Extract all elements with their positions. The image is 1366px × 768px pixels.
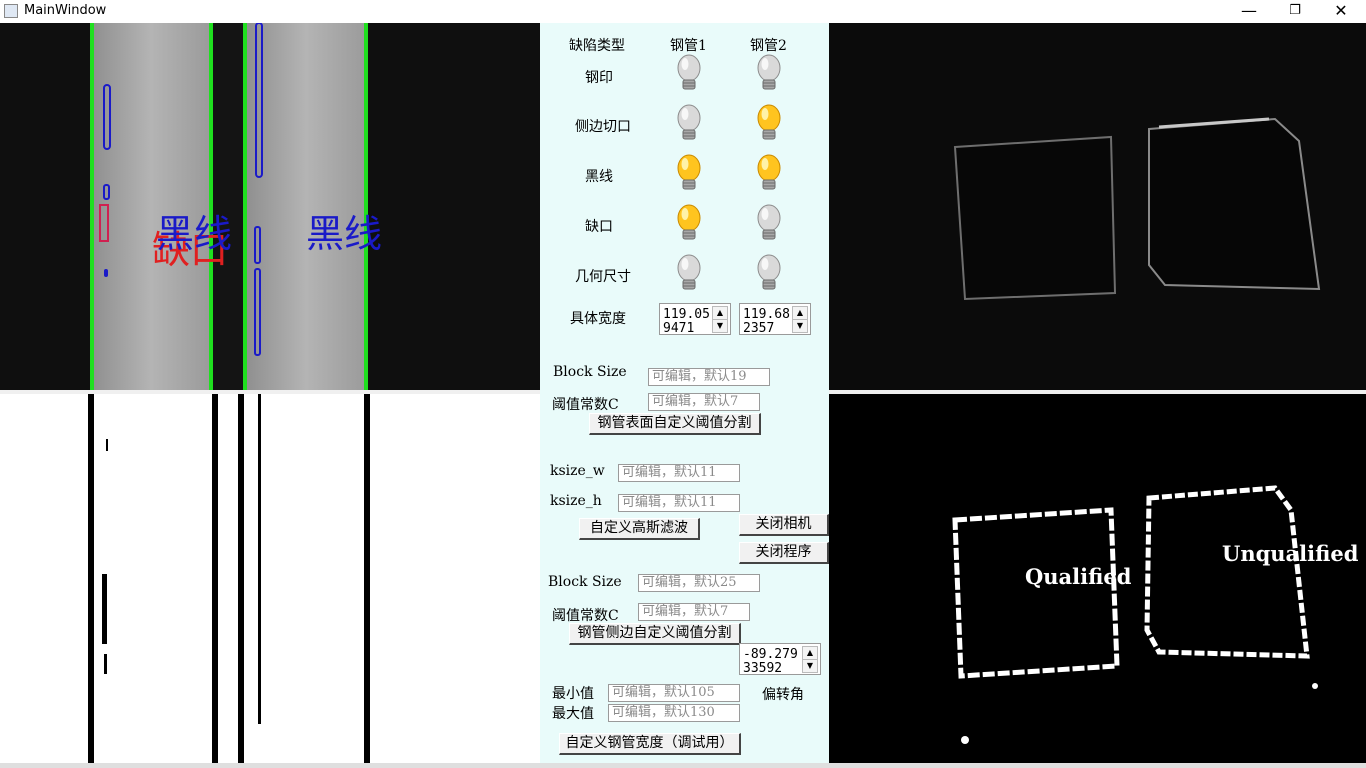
max-value-input[interactable]: 可编辑，默认130 <box>608 704 740 722</box>
min-value-input[interactable]: 可编辑，默认105 <box>608 684 740 702</box>
bulb-on-icon <box>674 153 704 193</box>
defect-label-notch: 缺口 <box>585 219 613 235</box>
bulb-on-icon <box>754 103 784 143</box>
side-threshold-view: Qualified Unqualified <box>829 394 1366 763</box>
window-title: MainWindow <box>24 3 107 18</box>
bulb-off-icon <box>754 53 784 93</box>
gaussian-filter-button[interactable]: 自定义高斯滤波 <box>579 518 700 540</box>
header-pipe2: 钢管2 <box>750 38 787 54</box>
rotation-value: -89.27933592 <box>743 647 798 675</box>
defect-label-side-cut: 侧边切口 <box>575 119 631 135</box>
spin-down-icon[interactable]: ▼ <box>792 319 808 333</box>
bulb-off-icon <box>674 103 704 143</box>
defect-label-blackline: 黑线 <box>585 169 613 185</box>
side-c-label: 阈值常数C <box>552 608 619 624</box>
custom-width-button[interactable]: 自定义钢管宽度（调试用） <box>559 733 741 755</box>
side-c-input[interactable]: 可编辑，默认7 <box>638 603 750 621</box>
bulb-off-icon <box>674 253 704 293</box>
surface-c-input[interactable]: 可编辑，默认7 <box>648 393 760 411</box>
header-defect-type: 缺陷类型 <box>569 38 625 54</box>
spin-down-icon[interactable]: ▼ <box>802 659 818 673</box>
spin-up-icon[interactable]: ▲ <box>802 646 818 660</box>
bulb-on-icon <box>674 203 704 243</box>
surface-block-size-label: Block Size <box>553 364 627 380</box>
qualified-label: Qualified <box>1025 564 1132 589</box>
surface-threshold-button[interactable]: 钢管表面自定义阈值分割 <box>589 413 761 435</box>
width-pipe2-value: 119.682357 <box>743 307 790 335</box>
rotation-spinbox[interactable]: -89.27933592 ▲ ▼ <box>739 643 821 675</box>
bulb-off-icon <box>674 53 704 93</box>
width-pipe2-spinbox[interactable]: 119.682357 ▲ ▼ <box>739 303 811 335</box>
surface-threshold-view <box>0 394 540 763</box>
surface-c-label: 阈值常数C <box>552 397 619 413</box>
surface-image <box>90 23 368 390</box>
header-pipe1: 钢管1 <box>670 38 707 54</box>
title-bar: MainWindow — ❐ ✕ <box>0 0 1366 23</box>
ksize-h-label: ksize_h <box>550 493 602 509</box>
app-icon <box>4 4 18 18</box>
spin-down-icon[interactable]: ▼ <box>712 319 728 333</box>
restore-button[interactable]: ❐ <box>1272 0 1318 23</box>
max-value-label: 最大值 <box>552 706 594 722</box>
rotation-angle-label: 偏转角 <box>762 687 804 703</box>
ksize-w-label: ksize_w <box>550 463 605 479</box>
blackline-label-1: 黑线 <box>156 212 233 256</box>
side-camera-view <box>829 23 1366 390</box>
minimize-button[interactable]: — <box>1226 0 1272 23</box>
side-block-size-label: Block Size <box>548 574 622 590</box>
bulb-off-icon <box>754 203 784 243</box>
close-window-button[interactable]: ✕ <box>1318 0 1364 23</box>
ksize-w-input[interactable]: 可编辑，默认11 <box>618 464 740 482</box>
bulb-off-icon <box>754 253 784 293</box>
close-program-button[interactable]: 关闭程序 <box>739 542 829 564</box>
side-block-size-input[interactable]: 可编辑，默认25 <box>638 574 760 592</box>
spin-up-icon[interactable]: ▲ <box>712 306 728 320</box>
width-label: 具体宽度 <box>570 311 626 327</box>
control-panel: 缺陷类型 钢管1 钢管2 钢印 侧边切口 黑线 缺口 几何尺寸 具体宽度 119… <box>540 23 829 763</box>
width-pipe1-value: 119.059471 <box>663 307 710 335</box>
threshold-image <box>88 394 370 763</box>
close-camera-button[interactable]: 关闭相机 <box>739 514 829 536</box>
surface-camera-view: 缺口 黑线 黑线 <box>0 23 540 390</box>
defect-label-geometry: 几何尺寸 <box>575 269 631 285</box>
bulb-on-icon <box>754 153 784 193</box>
unqualified-label: Unqualified <box>1222 541 1359 566</box>
bottom-border <box>0 763 1366 768</box>
side-threshold-button[interactable]: 钢管侧边自定义阈值分割 <box>569 623 741 645</box>
edge-line <box>90 23 94 390</box>
min-value-label: 最小值 <box>552 686 594 702</box>
spin-up-icon[interactable]: ▲ <box>792 306 808 320</box>
side-image <box>953 117 1321 301</box>
defect-box <box>104 269 108 277</box>
ksize-h-input[interactable]: 可编辑，默认11 <box>618 494 740 512</box>
defect-label-stamp: 钢印 <box>585 70 613 86</box>
width-pipe1-spinbox[interactable]: 119.059471 ▲ ▼ <box>659 303 731 335</box>
surface-block-size-input[interactable]: 可编辑，默认19 <box>648 368 770 386</box>
edge-line <box>243 23 247 390</box>
blackline-label-2: 黑线 <box>306 212 383 256</box>
